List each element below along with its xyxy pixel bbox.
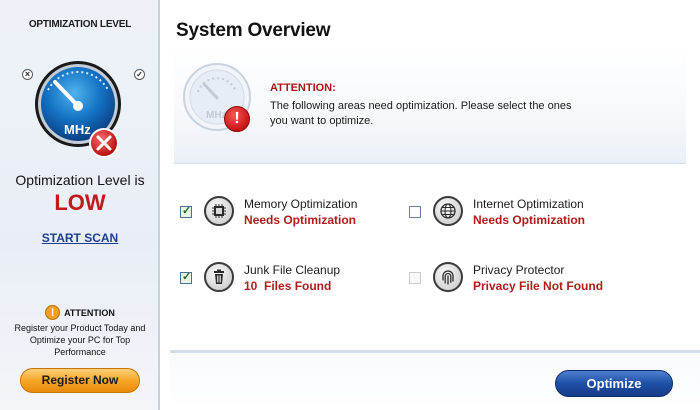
internet-optimization-checkbox[interactable] xyxy=(409,206,421,218)
memory-optimization-status: Needs Optimization xyxy=(244,213,357,227)
sidebar-attention: ! ATTENTION xyxy=(0,304,160,322)
sidebar: OPTIMIZATION LEVEL × ✓ MHz Optimization … xyxy=(0,0,160,410)
main-panel: System Overview MHz ! ATTENTION: The fol… xyxy=(162,0,700,410)
sidebar-attention-label: ATTENTION xyxy=(64,307,115,318)
memory-optimization-checkbox[interactable] xyxy=(180,204,192,218)
privacy-protector-status: Privacy File Not Found xyxy=(473,279,604,293)
register-now-button[interactable]: Register Now xyxy=(20,368,140,393)
attention-heading: ATTENTION: xyxy=(270,82,336,94)
memory-optimization-name: Memory Optimization xyxy=(244,197,358,211)
warning-icon: ! xyxy=(45,305,61,321)
fingerprint-icon xyxy=(433,262,463,292)
alert-icon: ! xyxy=(224,106,250,132)
start-scan-link[interactable]: START SCAN xyxy=(0,231,160,245)
item-junk-file-cleanup: Junk File Cleanup 10 Files Found xyxy=(180,262,400,300)
chip-icon xyxy=(204,196,234,226)
internet-optimization-name: Internet Optimization xyxy=(473,197,584,211)
register-message: Register your Product Today and Optimize… xyxy=(14,323,146,357)
attention-panel: MHz ! ATTENTION: The following areas nee… xyxy=(174,46,686,164)
trash-icon xyxy=(204,262,234,292)
bottom-bar: Optimize xyxy=(170,350,700,410)
optimization-level-label: Optimization Level is xyxy=(15,172,145,188)
optimization-level-value: LOW xyxy=(54,190,106,215)
privacy-protector-name: Privacy Protector xyxy=(473,263,565,277)
app-window: OPTIMIZATION LEVEL × ✓ MHz Optimization … xyxy=(0,0,700,410)
optimize-button[interactable]: Optimize xyxy=(555,370,673,397)
junk-file-cleanup-checkbox[interactable] xyxy=(180,270,192,284)
privacy-protector-checkbox[interactable] xyxy=(409,272,421,284)
junk-file-cleanup-status: 10 Files Found xyxy=(244,279,332,293)
item-memory-optimization: Memory Optimization Needs Optimization xyxy=(180,196,400,234)
speedometer-gauge-icon: MHz xyxy=(35,61,121,158)
internet-optimization-status: Needs Optimization xyxy=(473,213,586,227)
item-internet-optimization: Internet Optimization Needs Optimization xyxy=(409,196,629,234)
globe-icon xyxy=(433,196,463,226)
gauge-label: MHz xyxy=(64,122,91,137)
junk-file-cleanup-name: Junk File Cleanup xyxy=(244,263,341,277)
attention-message: The following areas need optimization. P… xyxy=(270,100,572,127)
page-title: System Overview xyxy=(176,20,331,41)
optimization-level-title: OPTIMIZATION LEVEL xyxy=(28,19,132,30)
item-privacy-protector: Privacy Protector Privacy File Not Found xyxy=(409,262,629,300)
